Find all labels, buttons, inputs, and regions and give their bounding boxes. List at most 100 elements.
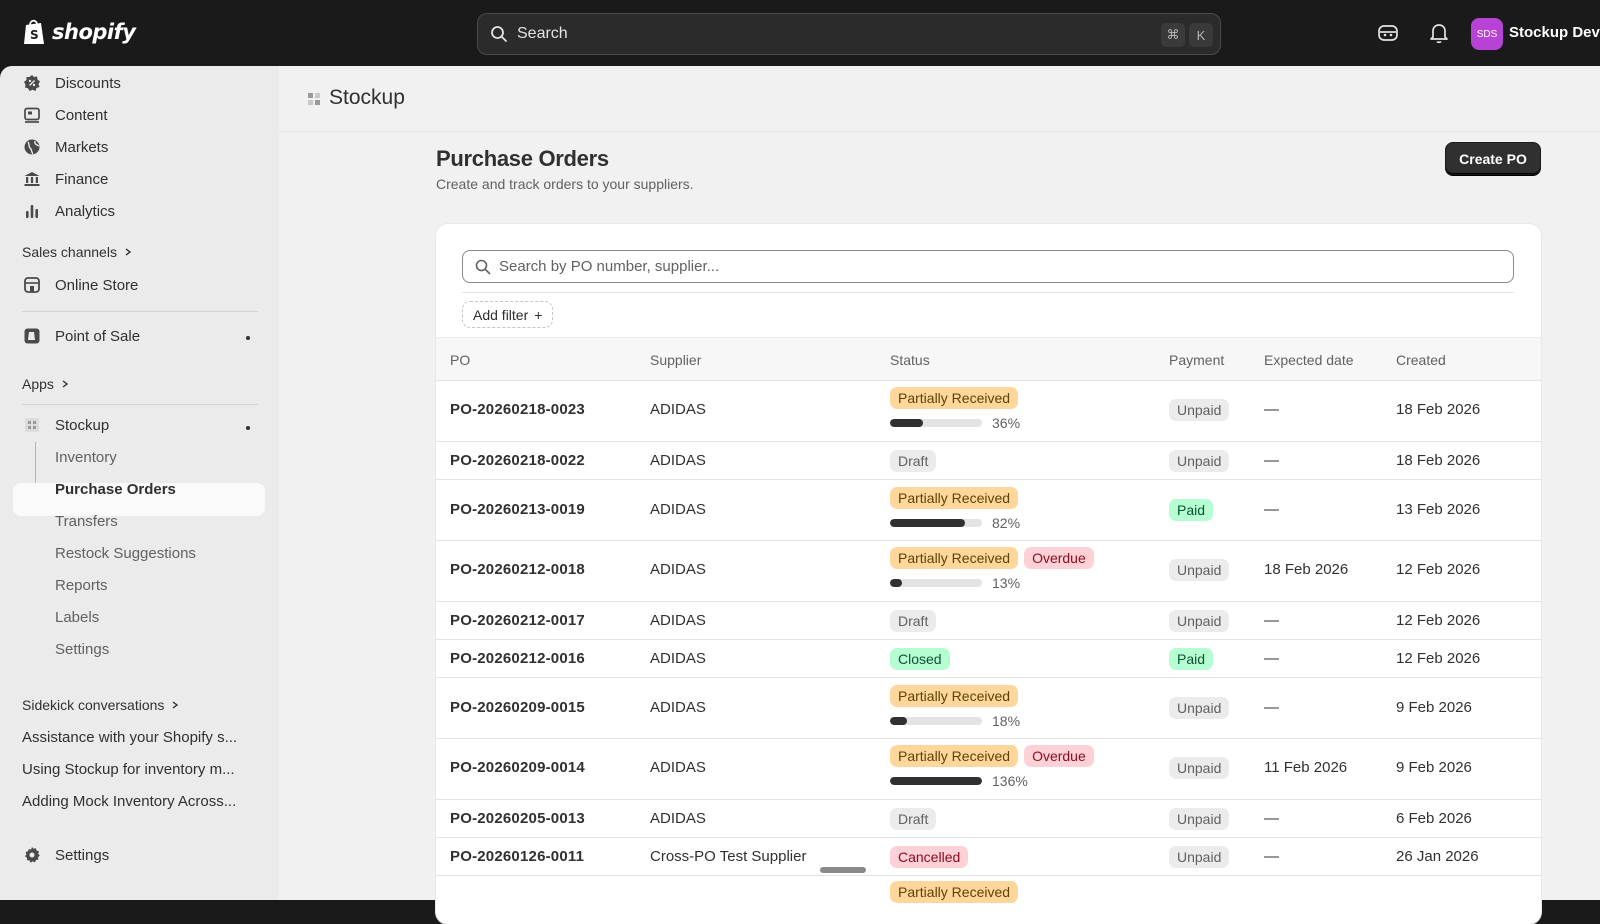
overdue-badge: Overdue — [1024, 745, 1094, 767]
supplier-name: ADIDAS — [650, 561, 706, 578]
sidebar-item-label: Online Store — [55, 276, 139, 294]
table-row[interactable]: PO-20260209-0015 ADIDAS Partially Receiv… — [436, 678, 1541, 739]
progress-fill — [890, 777, 982, 785]
table-row[interactable]: PO-20260212-0017 ADIDAS Draft Unpaid — 1… — [436, 602, 1541, 640]
expected-date: — — [1264, 699, 1279, 716]
table-row[interactable]: PO-20260218-0022 ADIDAS Draft Unpaid — 1… — [436, 442, 1541, 480]
po-number[interactable]: PO-20260213-0019 — [450, 501, 585, 518]
status-cell: Partially Received Overdue — [890, 745, 1100, 767]
shopify-logo[interactable]: S shopify — [22, 18, 136, 46]
table-row[interactable]: Partially Received — [436, 876, 1541, 924]
shopify-bag-icon: S — [24, 19, 44, 44]
expected-date: — — [1264, 848, 1279, 865]
store-name[interactable]: Stockup Dev S — [1509, 24, 1600, 41]
scroll-handle[interactable] — [820, 867, 866, 873]
global-search-input[interactable]: Search ⌘ K — [477, 13, 1221, 55]
progress-fill — [890, 519, 966, 527]
column-header-expected-date[interactable]: Expected date — [1264, 352, 1354, 368]
sidebar-item-content[interactable]: Content — [22, 101, 108, 129]
sidebar-subitem-purchase-orders[interactable]: Purchase Orders — [55, 481, 176, 498]
po-number[interactable]: PO-20260209-0014 — [450, 759, 585, 776]
po-number[interactable]: PO-20260126-0011 — [450, 848, 584, 865]
payment-cell: Unpaid — [1169, 757, 1235, 779]
po-number[interactable]: PO-20260209-0015 — [450, 699, 585, 716]
column-header-created[interactable]: Created — [1396, 352, 1446, 368]
sidebar-subitem-transfers[interactable]: Transfers — [55, 513, 118, 530]
sidebar-item-finance[interactable]: Finance — [22, 165, 108, 193]
progress-bar — [890, 579, 982, 587]
po-number[interactable]: PO-20260212-0016 — [450, 650, 585, 667]
expected-date: — — [1264, 501, 1279, 518]
supplier-name: ADIDAS — [650, 810, 706, 827]
status-cell: Draft — [890, 610, 942, 632]
table-row[interactable]: PO-20260212-0018 ADIDAS Partially Receiv… — [436, 541, 1541, 602]
create-po-button[interactable]: Create PO — [1445, 142, 1541, 175]
column-header-payment[interactable]: Payment — [1169, 352, 1224, 368]
table-row[interactable]: PO-20260126-0011 Cross-PO Test Supplier … — [436, 838, 1541, 876]
status-badge: Cancelled — [890, 846, 969, 868]
bar-chart-icon — [22, 201, 42, 221]
conversation-item[interactable]: Adding Mock Inventory Across... — [22, 793, 262, 810]
table-row[interactable]: PO-20260209-0014 ADIDAS Partially Receiv… — [436, 739, 1541, 800]
conversation-item[interactable]: Assistance with your Shopify s... — [22, 729, 262, 746]
sidebar-subitem-settings[interactable]: Settings — [55, 641, 109, 658]
sidebar-item-markets[interactable]: Markets — [22, 133, 108, 161]
sidebar-subitem-inventory[interactable]: Inventory — [55, 449, 117, 466]
payment-cell: Unpaid — [1169, 808, 1235, 830]
payment-badge: Unpaid — [1169, 846, 1230, 868]
created-date: 12 Feb 2026 — [1396, 612, 1481, 629]
sidebar-item-online-store[interactable]: Online Store — [22, 271, 138, 299]
expected-date: — — [1264, 401, 1279, 418]
created-date: 12 Feb 2026 — [1396, 650, 1481, 667]
created-date: 26 Jan 2026 — [1396, 848, 1479, 865]
po-number[interactable]: PO-20260205-0013 — [450, 810, 585, 827]
notifications-bell-icon[interactable] — [1426, 20, 1452, 46]
table-row[interactable]: PO-20260205-0013 ADIDAS Draft Unpaid — 6… — [436, 800, 1541, 838]
sidebar-divider — [22, 311, 258, 312]
progress-fill — [890, 579, 902, 587]
apps-section[interactable]: Apps — [22, 376, 70, 392]
sidebar-subitem-labels[interactable]: Labels — [55, 609, 99, 626]
column-header-status[interactable]: Status — [890, 352, 930, 368]
expected-date: — — [1264, 452, 1279, 469]
add-filter-button[interactable]: Add filter + — [462, 301, 554, 328]
po-search-input[interactable]: Search by PO number, supplier... — [462, 250, 1514, 283]
sales-channels-section[interactable]: Sales channels — [22, 244, 133, 260]
sidebar-subitem-reports[interactable]: Reports — [55, 577, 108, 594]
status-badge: Partially Received — [890, 547, 1019, 569]
table-row[interactable]: PO-20260213-0019 ADIDAS Partially Receiv… — [436, 480, 1541, 541]
column-header-po[interactable]: PO — [450, 352, 470, 368]
table-row[interactable]: PO-20260218-0023 ADIDAS Partially Receiv… — [436, 381, 1541, 442]
column-header-supplier[interactable]: Supplier — [650, 352, 701, 368]
payment-badge: Unpaid — [1169, 757, 1230, 779]
sidebar-item-stockup[interactable]: Stockup — [22, 411, 109, 439]
sidebar-item-analytics[interactable]: Analytics — [22, 197, 115, 225]
po-number[interactable]: PO-20260212-0018 — [450, 561, 585, 578]
sidebar-subitem-restock-suggestions[interactable]: Restock Suggestions — [55, 545, 196, 562]
status-cell: Partially Received — [890, 487, 1024, 509]
sidekick-conversations-section[interactable]: Sidekick conversations — [22, 697, 180, 713]
sidekick-icon[interactable] — [1375, 20, 1401, 46]
store-avatar[interactable]: SDS — [1471, 18, 1503, 50]
payment-cell: Unpaid — [1169, 697, 1235, 719]
po-number[interactable]: PO-20260212-0017 — [450, 612, 585, 629]
sidebar: Discounts Content Markets Finance Analyt… — [0, 66, 279, 900]
expected-date: 11 Feb 2026 — [1264, 759, 1348, 776]
progress-label: 136% — [992, 773, 1028, 789]
sidebar-item-discounts[interactable]: Discounts — [22, 69, 121, 97]
po-number[interactable]: PO-20260218-0023 — [450, 401, 585, 418]
progress-label: 36% — [992, 415, 1021, 431]
conversation-item[interactable]: Using Stockup for inventory m... — [22, 761, 262, 778]
status-badge: Draft — [890, 808, 937, 830]
table-row[interactable]: PO-20260212-0016 ADIDAS Closed Paid — 12… — [436, 640, 1541, 678]
created-date: 9 Feb 2026 — [1396, 759, 1472, 776]
supplier-name: ADIDAS — [650, 699, 706, 716]
sidebar-item-point-of-sale[interactable]: Point of Sale — [22, 322, 140, 350]
supplier-name: ADIDAS — [650, 401, 706, 418]
po-number[interactable]: PO-20260218-0022 — [450, 452, 585, 469]
sidebar-item-settings[interactable]: Settings — [22, 841, 109, 869]
chevron-right-icon — [60, 376, 70, 392]
shortcut-k-key: K — [1189, 23, 1213, 47]
top-bar: S shopify Search ⌘ K SDS Stockup Dev S — [0, 0, 1600, 66]
payment-cell: Paid — [1169, 499, 1219, 521]
